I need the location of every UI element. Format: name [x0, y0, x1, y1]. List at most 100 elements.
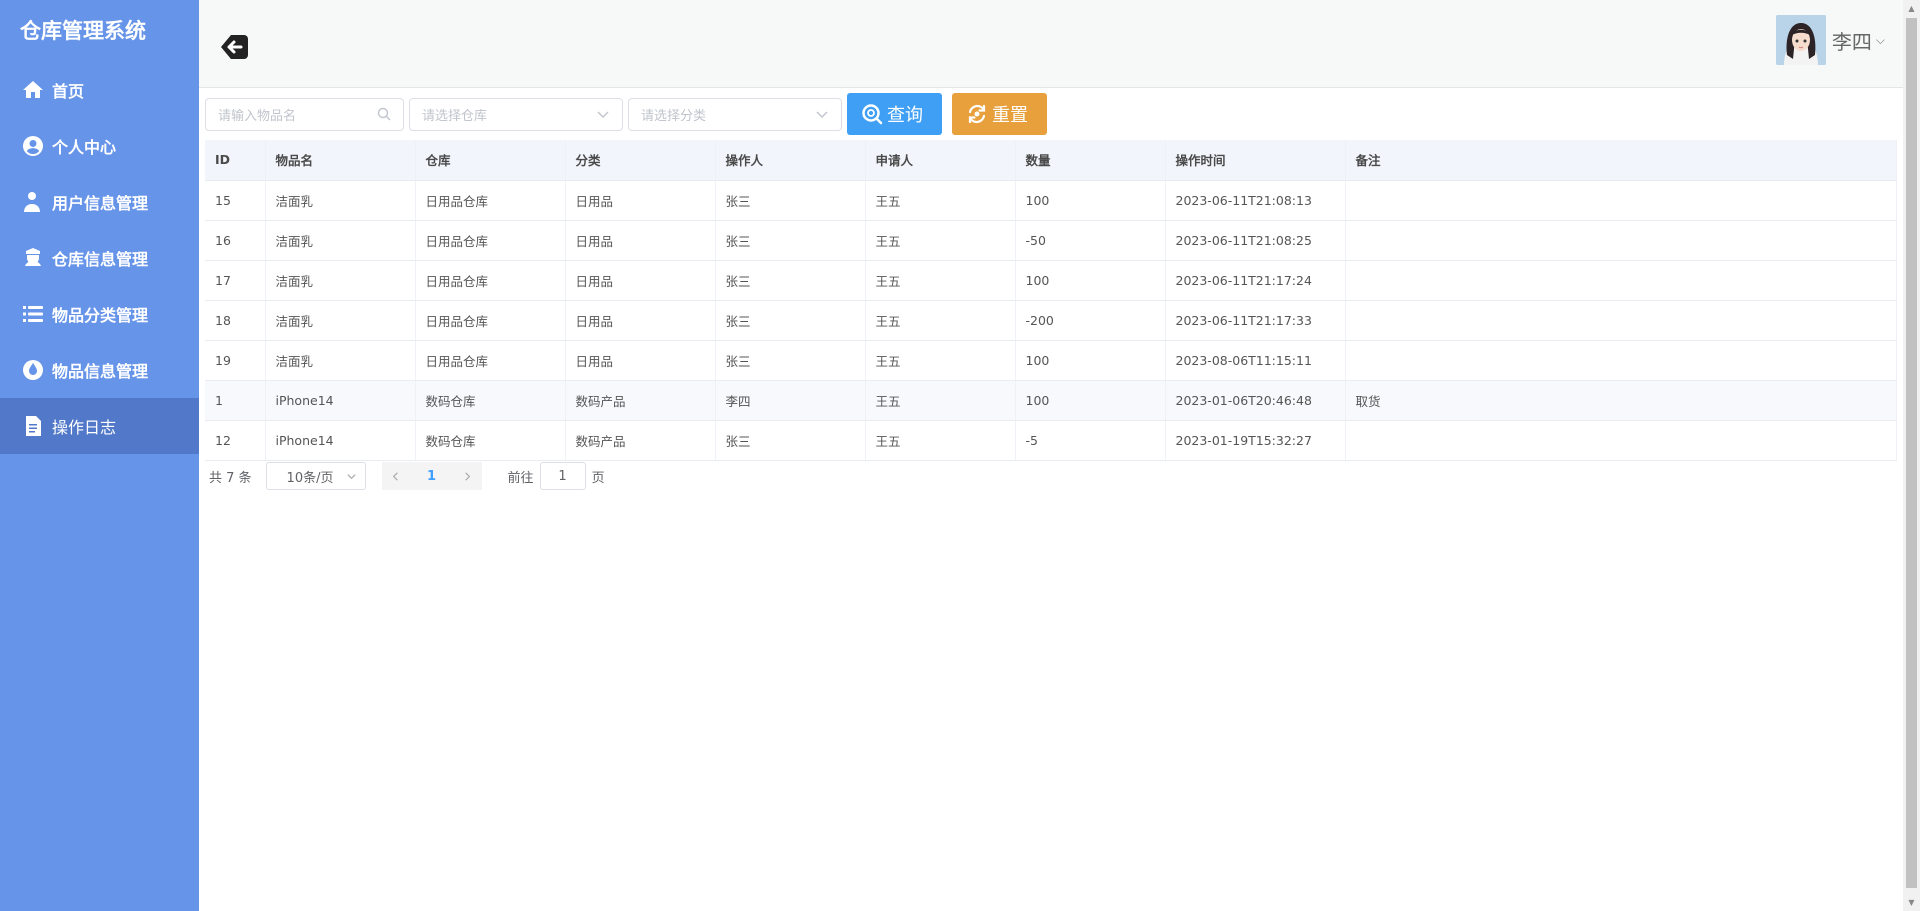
table-cell [1345, 340, 1897, 381]
table-row[interactable]: 15 洁面乳 日用品仓库 日用品 张三 王五 100 2023-06-11T21:08:13 [205, 180, 1897, 221]
item-name-input[interactable]: 请输入物品名 [205, 97, 404, 131]
table-row[interactable]: 18 洁面乳 日用品仓库 日用品 张三 王五 -200 2023-06-11T21:17:33 [205, 300, 1897, 341]
chevron-down-icon [346, 473, 356, 479]
table-cell: 洁面乳 [265, 300, 416, 341]
content-panel: 请输入物品名 请选择仓库 请选择分类 查询 重置 ID 物品名 仓库 分类 操作… [199, 88, 1903, 911]
reset-button[interactable]: 重置 [952, 93, 1047, 135]
item-name-placeholder: 请输入物品名 [218, 108, 297, 124]
table-cell: 洁面乳 [265, 180, 416, 221]
scroll-up-icon[interactable]: ▲ [1903, 0, 1920, 17]
chevron-down-icon [816, 111, 828, 118]
table-cell: 张三 [715, 260, 866, 301]
sidebar-item-label: 物品信息管理 [52, 362, 149, 381]
table-cell: 数码仓库 [415, 380, 566, 421]
table-cell: iPhone14 [265, 420, 416, 461]
goto-page-input[interactable]: 1 [539, 462, 586, 490]
category-placeholder: 请选择分类 [641, 108, 707, 124]
table-cell: 15 [205, 180, 266, 221]
table-cell: 洁面乳 [265, 340, 416, 381]
table-cell [1345, 260, 1897, 301]
page-size-value: 10条/页 [286, 470, 334, 486]
query-button[interactable]: 查询 [847, 93, 942, 135]
user-add-icon [20, 189, 46, 215]
user-menu[interactable]: 李四 ⌵ [1775, 15, 1885, 65]
table-row[interactable]: 1 iPhone14 数码仓库 数码产品 李四 王五 100 2023-01-06T20:46… [205, 380, 1897, 421]
warehouse-select[interactable]: 请选择仓库 [409, 97, 623, 131]
chevron-down-icon: ⌵ [1875, 32, 1885, 47]
log-table: ID 物品名 仓库 分类 操作人 申请人 数量 操作时间 备注 15 洁面乳 日用品… [205, 140, 1897, 461]
table-row[interactable]: 19 洁面乳 日用品仓库 日用品 张三 王五 100 2023-08-06T11:15:11 [205, 340, 1897, 381]
chevron-right-icon [465, 471, 471, 481]
table-cell: 100 [1015, 180, 1166, 221]
table-cell: 王五 [865, 260, 1016, 301]
back-button[interactable] [219, 30, 253, 64]
scroll-down-icon[interactable]: ▼ [1903, 894, 1920, 911]
page-scrollbar[interactable]: ▲ ▼ [1903, 0, 1920, 911]
main-area: 李四 ⌵ 请输入物品名 请选择仓库 请选择分类 查询 重置 ID 物品名 仓库 … [199, 0, 1903, 911]
table-cell: 2023-01-19T15:32:27 [1165, 420, 1346, 461]
table-cell: 取货 [1345, 380, 1897, 421]
category-select[interactable]: 请选择分类 [628, 97, 842, 131]
column-header: 数量 [1015, 140, 1166, 181]
table-cell: 日用品仓库 [415, 220, 566, 261]
sidebar-item-label: 仓库信息管理 [52, 250, 149, 269]
search-bar: 请输入物品名 请选择仓库 请选择分类 查询 重置 [205, 93, 1057, 135]
table-cell [1345, 300, 1897, 341]
table-row[interactable]: 16 洁面乳 日用品仓库 日用品 张三 王五 -50 2023-06-11T21:08:25 [205, 220, 1897, 261]
table-cell: 王五 [865, 380, 1016, 421]
table-cell: 张三 [715, 340, 866, 381]
table-cell: 王五 [865, 300, 1016, 341]
sidebar-item-logs[interactable]: 操作日志 [0, 398, 199, 454]
pagination: 共 7 条 10条/页 1 前往 1 页 [209, 462, 605, 490]
table-cell: 洁面乳 [265, 220, 416, 261]
table-cell: 2023-06-11T21:17:24 [1165, 260, 1346, 301]
sidebar-item-label: 用户信息管理 [52, 194, 149, 213]
scrollbar-thumb[interactable] [1906, 18, 1917, 888]
sidebar-item-categories[interactable]: 物品分类管理 [0, 286, 199, 342]
back-arrow-icon [221, 35, 248, 59]
table-cell: 1 [205, 380, 266, 421]
table-cell: 日用品仓库 [415, 180, 566, 221]
brand-title: 仓库管理系统 [20, 19, 146, 43]
table-cell: 张三 [715, 300, 866, 341]
table-cell: 2023-01-06T20:46:48 [1165, 380, 1346, 421]
prev-page-button[interactable] [381, 462, 410, 490]
table-cell: 2023-06-11T21:17:33 [1165, 300, 1346, 341]
table-cell [1345, 180, 1897, 221]
query-label: 查询 [887, 105, 923, 126]
page-number-button[interactable]: 1 [409, 462, 454, 490]
sidebar-item-profile[interactable]: 个人中心 [0, 118, 199, 174]
page-size-select[interactable]: 10条/页 [265, 462, 366, 490]
sidebar-item-label: 物品分类管理 [52, 306, 149, 325]
table-cell: 王五 [865, 340, 1016, 381]
table-cell: 日用品仓库 [415, 260, 566, 301]
column-header: 操作时间 [1165, 140, 1346, 181]
home-icon [20, 77, 46, 103]
sidebar-item-label: 首页 [52, 82, 85, 101]
table-cell: 日用品仓库 [415, 340, 566, 381]
next-page-button[interactable] [453, 462, 482, 490]
table-cell: 2023-06-11T21:08:13 [1165, 180, 1346, 221]
top-header: 李四 ⌵ [199, 0, 1903, 88]
table-cell: 2023-06-11T21:08:25 [1165, 220, 1346, 261]
table-row[interactable]: 17 洁面乳 日用品仓库 日用品 张三 王五 100 2023-06-11T21:17:24 [205, 260, 1897, 301]
refresh-icon [968, 104, 986, 124]
column-header: 操作人 [715, 140, 866, 181]
table-cell: 日用品仓库 [415, 300, 566, 341]
list-icon [20, 301, 46, 327]
table-cell: 张三 [715, 420, 866, 461]
table-cell: 李四 [715, 380, 866, 421]
table-cell: -50 [1015, 220, 1166, 261]
table-row[interactable]: 12 iPhone14 数码仓库 数码产品 张三 王五 -5 2023-01-19T15:32… [205, 420, 1897, 461]
table-cell: 16 [205, 220, 266, 261]
sidebar-item-users[interactable]: 用户信息管理 [0, 174, 199, 230]
drop-icon [20, 357, 46, 383]
table-cell: -200 [1015, 300, 1166, 341]
sidebar-item-home[interactable]: 首页 [0, 62, 199, 118]
sidebar-item-items[interactable]: 物品信息管理 [0, 342, 199, 398]
search-icon [377, 107, 391, 121]
table-cell: 日用品 [565, 220, 716, 261]
table-cell: 洁面乳 [265, 260, 416, 301]
table-cell: 数码仓库 [415, 420, 566, 461]
sidebar-item-warehouse[interactable]: 仓库信息管理 [0, 230, 199, 286]
